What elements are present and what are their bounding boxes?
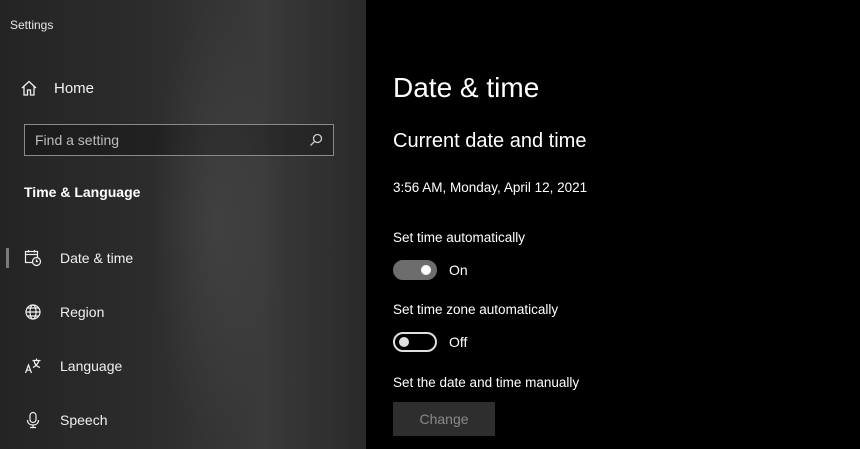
section-heading: Current date and time: [393, 130, 587, 152]
auto-timezone-toggle-row: Off: [393, 331, 467, 353]
sidebar: Settings Home Time & Language Date & tim…: [0, 0, 366, 449]
sidebar-item-speech[interactable]: Speech: [0, 400, 366, 440]
auto-time-state: On: [449, 262, 468, 278]
toggle-knob: [421, 265, 431, 275]
auto-timezone-toggle[interactable]: [393, 332, 437, 352]
current-datetime: 3:56 AM, Monday, April 12, 2021: [393, 180, 588, 195]
home-icon: [21, 80, 37, 96]
app-title: Settings: [10, 18, 54, 32]
search-box[interactable]: [24, 124, 334, 156]
selection-indicator: [6, 248, 9, 268]
microphone-icon: [26, 411, 40, 429]
manual-datetime-label: Set the date and time manually: [393, 375, 580, 390]
sidebar-item-label: Date & time: [60, 250, 134, 266]
page-title: Date & time: [393, 72, 540, 103]
sidebar-item-language[interactable]: Language: [0, 346, 366, 386]
auto-timezone-label: Set time zone automatically: [393, 302, 559, 317]
home-nav-item[interactable]: Home: [20, 76, 94, 100]
globe-icon: [25, 304, 41, 320]
auto-time-toggle[interactable]: [393, 260, 437, 280]
toggle-knob: [399, 337, 409, 347]
search-icon[interactable]: [309, 133, 323, 147]
change-button[interactable]: Change: [393, 402, 495, 436]
auto-time-toggle-row: On: [393, 259, 468, 281]
main-panel: Date & time Current date and time 3:56 A…: [366, 0, 860, 449]
date-time-icon: [24, 250, 42, 267]
sidebar-item-label: Speech: [60, 412, 108, 428]
section-title: Time & Language: [24, 184, 141, 200]
sidebar-item-label: Region: [60, 304, 105, 320]
language-icon: [24, 358, 41, 374]
auto-time-label: Set time automatically: [393, 230, 526, 245]
sidebar-item-date-time[interactable]: Date & time: [0, 238, 366, 278]
home-label: Home: [54, 79, 95, 97]
search-input[interactable]: [25, 131, 309, 149]
auto-timezone-state: Off: [449, 334, 468, 350]
sidebar-item-label: Language: [60, 358, 123, 374]
sidebar-item-region[interactable]: Region: [0, 292, 366, 332]
